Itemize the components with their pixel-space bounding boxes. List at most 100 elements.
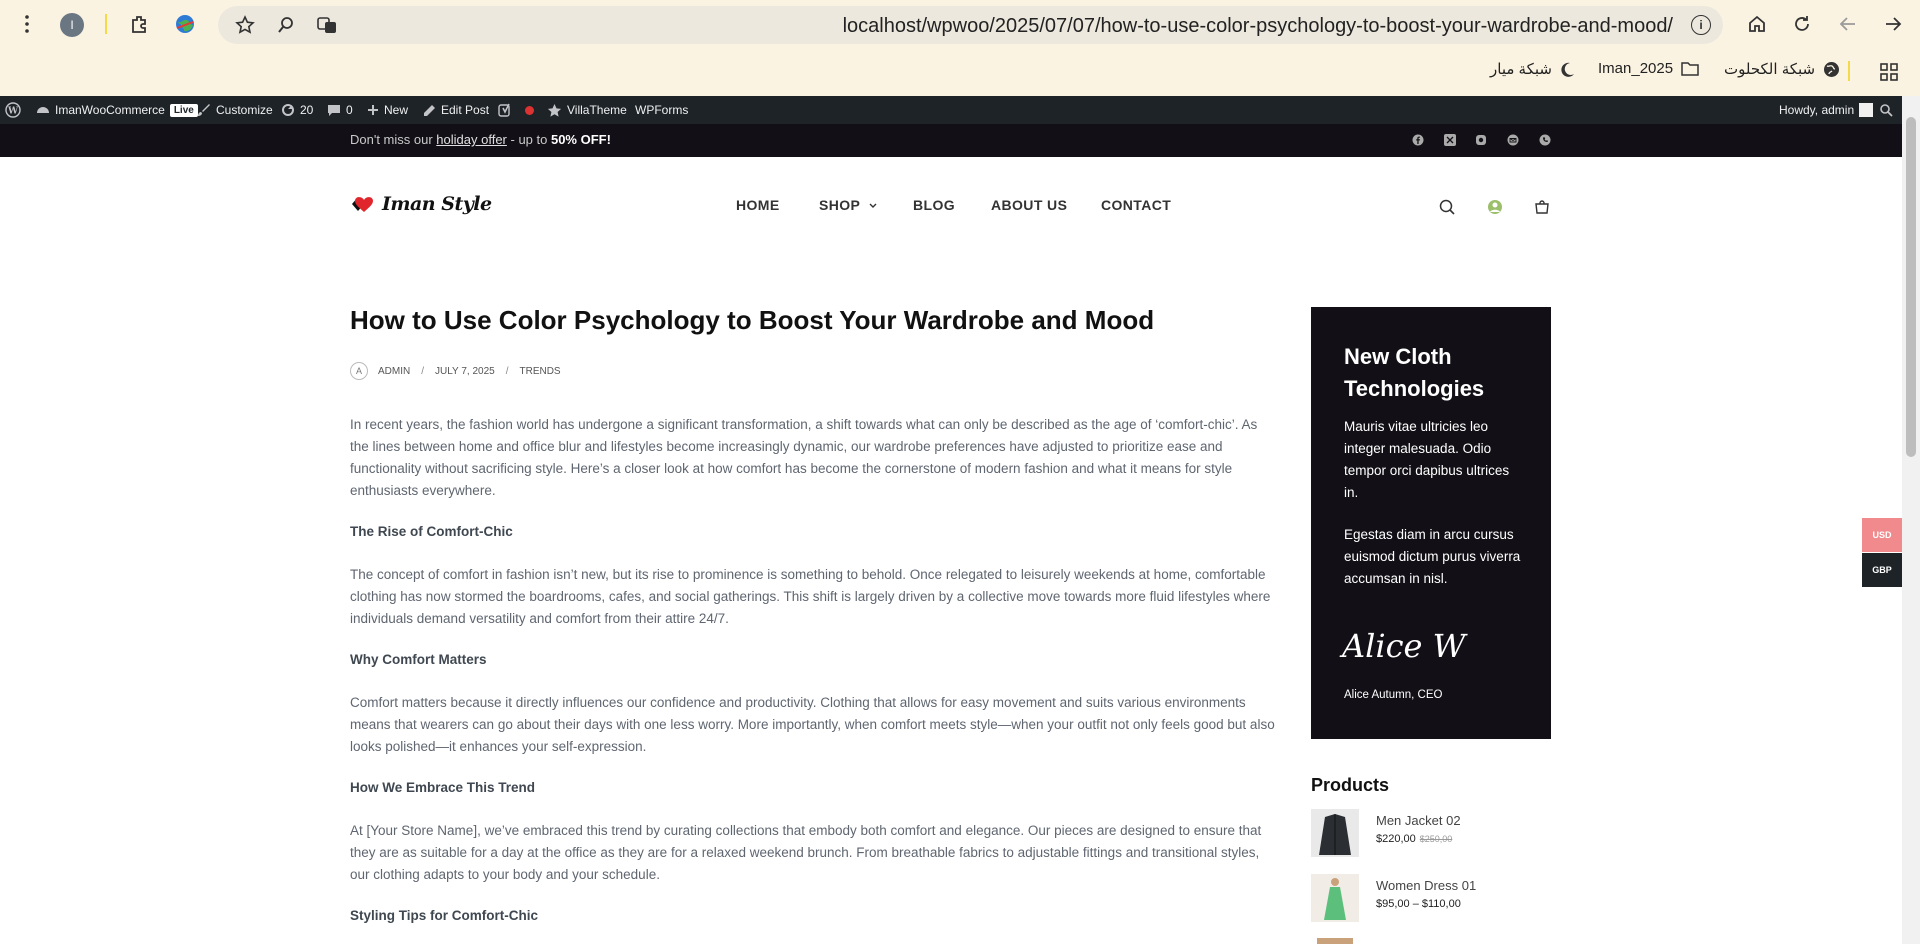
x-twitter-icon[interactable] bbox=[1443, 133, 1457, 147]
product-name[interactable]: Men Jacket 02 bbox=[1376, 813, 1461, 828]
paintbrush-icon bbox=[198, 104, 210, 116]
product-item[interactable]: Women Dress 01 $95,00 – $110,00 bbox=[1311, 874, 1551, 922]
promo-message: Don't miss our holiday offer - up to 50%… bbox=[350, 132, 611, 147]
site-info-icon[interactable]: i bbox=[1691, 15, 1711, 35]
dashboard-icon bbox=[37, 107, 49, 113]
new-label: New bbox=[384, 103, 409, 117]
nav-shop[interactable]: SHOP bbox=[819, 197, 877, 213]
product-item[interactable]: Men Jacket 02 $220,00 $250,00 bbox=[1311, 809, 1551, 857]
profile-avatar[interactable]: I bbox=[60, 13, 84, 37]
wpforms-link[interactable]: WPForms bbox=[635, 96, 688, 124]
globe-extension-icon[interactable] bbox=[173, 12, 197, 36]
comments-count: 0 bbox=[346, 103, 353, 117]
my-account-link[interactable]: Howdy, admin bbox=[1779, 96, 1874, 124]
nav-about-us[interactable]: ABOUT US bbox=[991, 197, 1067, 213]
seo-status-dot bbox=[525, 105, 534, 115]
account-icon[interactable] bbox=[1485, 197, 1505, 217]
bookmark-item[interactable]: شبكة ميار bbox=[1490, 60, 1576, 78]
post-meta: A ADMIN / JULY 7, 2025 / TRENDS bbox=[350, 362, 561, 380]
bookmark-folder[interactable]: Iman_2025 bbox=[1598, 60, 1699, 77]
search-icon[interactable] bbox=[1437, 197, 1457, 217]
apps-grid-icon[interactable] bbox=[1877, 60, 1901, 84]
post-author[interactable]: ADMIN bbox=[378, 366, 410, 377]
promo-card-text: Egestas diam in arcu cursus euismod dict… bbox=[1344, 527, 1521, 586]
updates-icon bbox=[282, 104, 294, 116]
meta-separator: / bbox=[421, 365, 425, 377]
phone-icon[interactable] bbox=[1538, 133, 1552, 147]
product-thumbnail[interactable] bbox=[1311, 809, 1359, 857]
new-content-link[interactable]: New bbox=[367, 96, 408, 124]
promo-highlight: 50% OFF! bbox=[550, 132, 611, 147]
sidebar-promo-card: New Cloth Technologies Mauris vitae ultr… bbox=[1311, 307, 1551, 739]
meta-separator: / bbox=[505, 365, 509, 377]
wordpress-logo-icon[interactable]: W bbox=[5, 96, 21, 124]
wpforms-label: WPForms bbox=[635, 103, 689, 117]
reload-icon[interactable] bbox=[1790, 12, 1814, 36]
translate-icon[interactable] bbox=[316, 14, 338, 36]
author-avatar: A bbox=[350, 362, 368, 380]
browser-menu-icon[interactable] bbox=[16, 12, 38, 36]
pencil-icon bbox=[424, 104, 435, 116]
currency-usd-button[interactable]: USD bbox=[1862, 518, 1902, 552]
product-thumbnail[interactable] bbox=[1311, 874, 1359, 922]
forward-icon[interactable] bbox=[1881, 12, 1905, 36]
promo-card-text: Mauris vitae ultricies leo integer males… bbox=[1344, 419, 1510, 500]
site-logo[interactable]: Iman Style bbox=[350, 193, 492, 215]
product-thumbnail[interactable] bbox=[1311, 938, 1359, 944]
admin-avatar bbox=[1859, 103, 1874, 117]
post-category[interactable]: TRENDS bbox=[519, 366, 560, 377]
signature: Alice W bbox=[1342, 627, 1466, 665]
promo-middle: - up to bbox=[506, 132, 551, 147]
heart-logo-icon bbox=[352, 197, 373, 212]
instagram-icon[interactable] bbox=[1474, 133, 1488, 147]
post-paragraph: In recent years, the fashion world has u… bbox=[350, 417, 1258, 498]
bookmark-label: شبكة الكحلوت bbox=[1724, 61, 1816, 78]
yoast-seo-link[interactable] bbox=[498, 96, 534, 124]
bookmark-logo-icon bbox=[1561, 62, 1574, 77]
folder-icon bbox=[1681, 62, 1699, 76]
admin-search-icon[interactable] bbox=[1880, 96, 1893, 124]
currency-gbp-button[interactable]: GBP bbox=[1862, 553, 1902, 587]
wp-admin-bar: W ImanWooCommerce Live Customize 20 0 Ne… bbox=[0, 96, 1902, 124]
nav-blog[interactable]: BLOG bbox=[913, 197, 955, 213]
nav-shop-label: SHOP bbox=[819, 197, 861, 213]
bookmarks-bar: شبكة ميار Iman_2025 شبكة الكحلوت bbox=[0, 48, 1920, 96]
comment-icon bbox=[328, 105, 340, 116]
product-price: $95,00 – $110,00 bbox=[1376, 898, 1461, 910]
product-name[interactable]: Women Dress 01 bbox=[1376, 878, 1476, 893]
promo-card-title: New Cloth Technologies bbox=[1344, 344, 1485, 401]
signer-name: Alice Autumn, CEO bbox=[1344, 689, 1443, 701]
cart-icon[interactable] bbox=[1532, 197, 1552, 217]
villatheme-link[interactable]: VillaTheme bbox=[547, 96, 627, 124]
updates-link[interactable]: 20 bbox=[281, 96, 313, 124]
admin-site-link[interactable]: ImanWooCommerce Live bbox=[36, 96, 198, 124]
nav-contact[interactable]: CONTACT bbox=[1101, 197, 1171, 213]
globe-icon bbox=[1824, 61, 1840, 77]
post-title: How to Use Color Psychology to Boost You… bbox=[350, 305, 1155, 335]
site-name: ImanWooCommerce bbox=[55, 103, 165, 117]
back-icon[interactable] bbox=[1836, 12, 1860, 36]
updates-count: 20 bbox=[300, 103, 314, 117]
comments-link[interactable]: 0 bbox=[327, 96, 353, 124]
bookmark-star-icon[interactable] bbox=[234, 14, 256, 36]
star-icon bbox=[547, 103, 562, 117]
post-date[interactable]: JULY 7, 2025 bbox=[435, 366, 495, 377]
bookmark-item[interactable]: شبكة الكحلوت bbox=[1724, 60, 1840, 78]
home-icon[interactable] bbox=[1745, 12, 1769, 36]
zoom-icon[interactable] bbox=[275, 14, 297, 36]
browser-toolbar: I localhost/wpwoo/2025/07/07/how-to-use-… bbox=[0, 0, 1920, 48]
nav-home[interactable]: HOME bbox=[736, 197, 780, 213]
facebook-icon[interactable] bbox=[1411, 133, 1425, 147]
scrollbar-thumb[interactable] bbox=[1906, 117, 1916, 457]
edit-post-link[interactable]: Edit Post bbox=[423, 96, 489, 124]
address-bar[interactable]: localhost/wpwoo/2025/07/07/how-to-use-co… bbox=[218, 6, 1723, 44]
email-icon[interactable] bbox=[1506, 133, 1520, 147]
extensions-icon[interactable] bbox=[128, 12, 152, 36]
url-text[interactable]: localhost/wpwoo/2025/07/07/how-to-use-co… bbox=[843, 15, 1673, 38]
logo-text: Iman Style bbox=[382, 193, 492, 215]
post-subheading: How We Embrace This Trend bbox=[350, 780, 536, 795]
customize-link[interactable]: Customize bbox=[197, 96, 273, 124]
products-heading: Products bbox=[1311, 775, 1390, 795]
holiday-offer-link[interactable]: holiday offer bbox=[436, 132, 507, 147]
edit-post-label: Edit Post bbox=[441, 103, 490, 117]
